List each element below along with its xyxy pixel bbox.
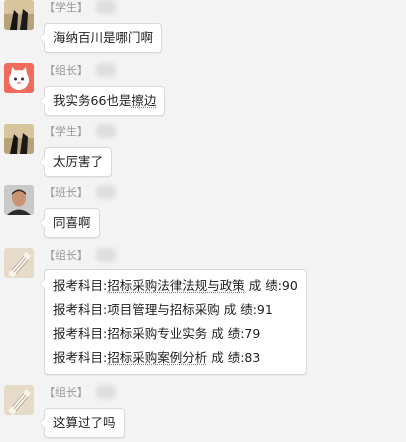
message-text: 同喜啊 (53, 215, 91, 230)
paper-avatar[interactable] (4, 385, 34, 415)
sender-role: 【组长】 (44, 64, 88, 77)
message-text: 这算过了吗 (53, 415, 116, 430)
sender-meta: 【学生】 (44, 0, 116, 14)
subject-score: 成 绩:91 (223, 302, 273, 317)
message-text: 海纳百川是哪门啊 (53, 30, 154, 45)
pink-cat-avatar[interactable] (4, 63, 34, 93)
blurred-name (96, 63, 116, 77)
blurred-name (96, 248, 116, 262)
sender-meta: 【组长】 (44, 248, 116, 262)
score-line: 报考科目:项目管理与招标采购 成 绩:91 (53, 298, 298, 322)
message-bubble[interactable]: 同喜啊 (39, 208, 100, 238)
man-photo-avatar[interactable] (4, 185, 34, 215)
subject-score: 成 绩:83 (211, 350, 261, 365)
message-bubble[interactable]: 海纳百川是哪门啊 (38, 23, 163, 53)
score-line: 报考科目:招标采购案例分析 成 绩:83 (53, 346, 298, 370)
score-line: 报考科目:招标采购专业实务 成 绩:79 (53, 322, 298, 346)
message-bubble[interactable]: 我实务66也是擦边 (38, 86, 166, 116)
message-text: 太厉害了 (53, 154, 104, 169)
subject-prefix: 报考科目: (53, 302, 108, 317)
subject-name: 招标采购案例分析 (107, 350, 208, 365)
sender-role: 【学生】 (44, 1, 88, 14)
subject-score: 成 绩:79 (211, 326, 261, 341)
blurred-name (96, 124, 116, 138)
sender-meta: 【组长】 (44, 385, 116, 399)
subject-name: 招标采购法律法规与政策 (107, 278, 245, 293)
subject-prefix: 报考科目: (53, 278, 108, 293)
sender-role: 【组长】 (44, 386, 88, 399)
subject-prefix: 报考科目: (53, 326, 108, 341)
sender-meta: 【组长】 (44, 63, 116, 77)
student-avatar[interactable] (4, 0, 34, 30)
blurred-name (96, 185, 116, 199)
message-text: 我实务66也是 (53, 93, 132, 108)
message-bubble[interactable]: 这算过了吗 (39, 408, 125, 438)
paper-avatar[interactable] (4, 248, 34, 278)
student-avatar[interactable] (4, 124, 34, 154)
score-line: 报考科目:招标采购法律法规与政策 成 绩:90 (53, 274, 298, 298)
sender-role: 【学生】 (44, 125, 88, 138)
subject-score: 成 绩:90 (248, 278, 298, 293)
subject-name: 招标采购专业实务 (107, 326, 208, 341)
sender-role: 【组长】 (44, 249, 88, 262)
message-bubble[interactable]: 太厉害了 (38, 147, 113, 177)
sender-meta: 【班长】 (44, 185, 116, 199)
sender-meta: 【学生】 (44, 124, 116, 138)
message-text-underlined: 擦边 (131, 93, 157, 108)
blurred-name (96, 0, 116, 14)
blurred-name (96, 385, 116, 399)
subject-prefix: 报考科目: (53, 350, 108, 365)
sender-role: 【班长】 (44, 186, 88, 199)
subject-name: 项目管理与招标采购 (107, 302, 220, 317)
score-message-bubble[interactable]: 报考科目:招标采购法律法规与政策 成 绩:90 报考科目:项目管理与招标采购 成… (39, 269, 307, 375)
